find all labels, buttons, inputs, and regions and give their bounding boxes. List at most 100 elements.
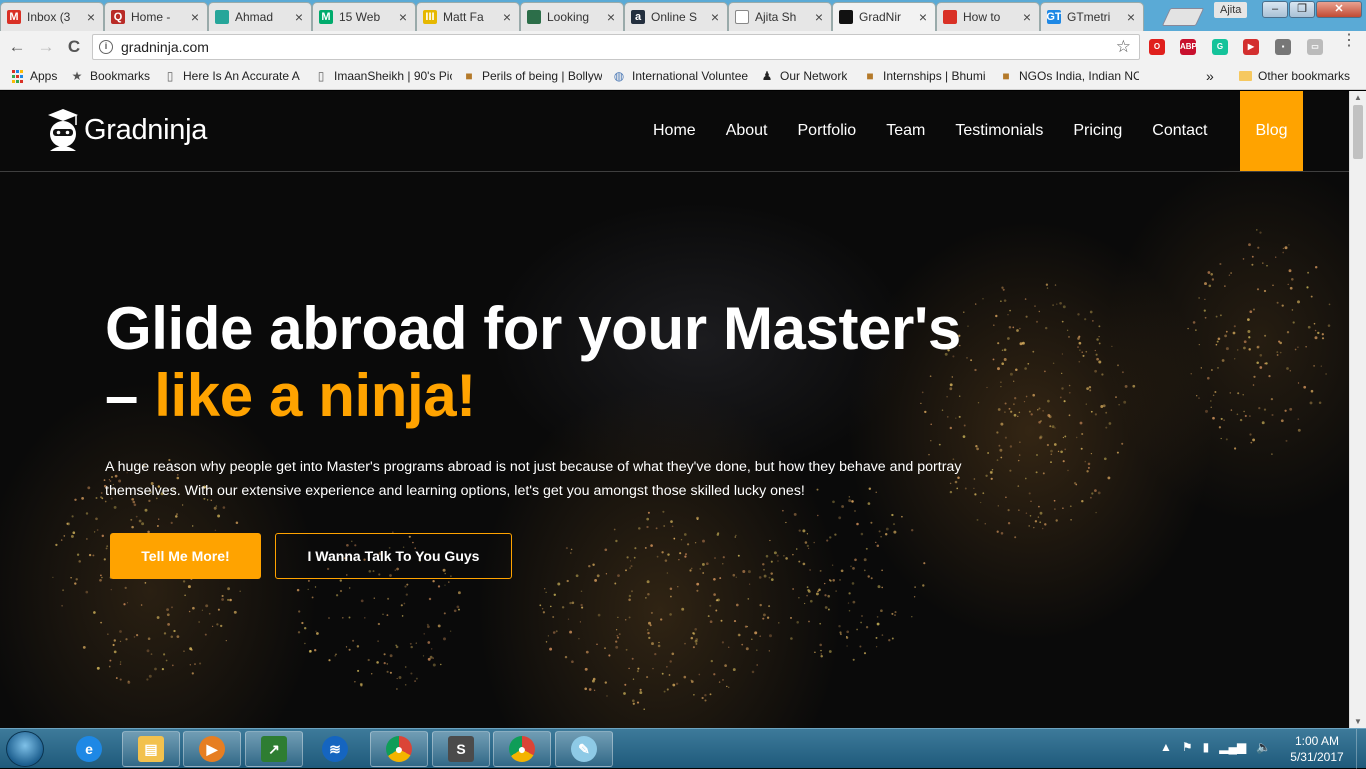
show-desktop-button[interactable] [1356, 729, 1366, 769]
tab-close-icon[interactable]: × [293, 9, 305, 25]
taskbar-button[interactable]: ● [493, 731, 551, 767]
tab-close-icon[interactable]: × [917, 9, 929, 25]
extension-icon[interactable]: ▪ [1275, 39, 1291, 55]
bookmarks-overflow-button[interactable]: » [1206, 68, 1214, 84]
light-speck [695, 638, 699, 641]
bookmark-item[interactable]: ★ Bookmarks [70, 68, 156, 84]
tab-close-icon[interactable]: × [501, 9, 513, 25]
browser-tab[interactable]: M 15 Web × [312, 2, 416, 31]
bookmark-item[interactable]: ▯ ImaanSheikh | 90's Pic [314, 68, 452, 84]
taskbar-button[interactable]: ▤ [122, 731, 180, 767]
tell-me-more-button[interactable]: Tell Me More! [110, 533, 261, 579]
browser-tab[interactable]: How to × [936, 2, 1040, 31]
browser-tab[interactable]: Ajita Sh × [728, 2, 832, 31]
browser-tab[interactable]: Q Home - × [104, 2, 208, 31]
nav-item-portfolio[interactable]: Portfolio [783, 122, 872, 140]
page-scrollbar[interactable]: ▲ ▼ [1349, 91, 1366, 728]
system-clock[interactable]: 1:00 AM 5/31/2017 [1282, 733, 1352, 765]
signal-icon[interactable]: ▂▄▆ [1219, 740, 1246, 754]
light-speck [1256, 229, 1258, 231]
bookmark-item[interactable]: ▯ Here Is An Accurate A [163, 68, 303, 84]
taskbar-button[interactable]: ≋ [306, 731, 364, 767]
light-speck [175, 513, 179, 516]
nav-item-about[interactable]: About [711, 122, 783, 140]
video-icon[interactable]: ▶ [1243, 39, 1259, 55]
nav-item-blog[interactable]: Blog [1240, 91, 1303, 171]
opera-icon[interactable]: O [1149, 39, 1165, 55]
action-center-flag-icon[interactable]: ⚑ [1182, 740, 1193, 754]
tab-close-icon[interactable]: × [605, 9, 617, 25]
hero-title-dash: – [105, 362, 155, 429]
tab-close-icon[interactable]: × [1125, 9, 1137, 25]
light-speck [650, 611, 653, 614]
minimize-button[interactable]: – [1262, 1, 1288, 18]
tab-close-icon[interactable]: × [397, 9, 409, 25]
taskbar-button[interactable]: ● [370, 731, 428, 767]
scroll-down-arrow-icon[interactable]: ▼ [1354, 717, 1362, 726]
address-bar[interactable]: i gradninja.com ☆ [92, 34, 1140, 60]
browser-tab[interactable]: Looking × [520, 2, 624, 31]
bookmark-item[interactable]: ◍ International Voluntee [612, 68, 752, 84]
light-speck [1242, 394, 1244, 396]
light-speck [881, 634, 884, 636]
nav-item-pricing[interactable]: Pricing [1058, 122, 1137, 140]
volume-icon[interactable]: 🔈 [1256, 740, 1271, 754]
bookmark-item[interactable]: ■ NGOs India, Indian NC [999, 68, 1139, 84]
maximize-button[interactable]: ❐ [1289, 1, 1315, 18]
browser-tab[interactable]: III Matt Fa × [416, 2, 520, 31]
menu-icon[interactable]: ⋮ [1341, 33, 1357, 49]
light-speck [739, 634, 741, 636]
light-speck [1297, 382, 1300, 384]
show-hidden-icons-icon[interactable]: ▲ [1160, 740, 1172, 754]
taskbar-button[interactable]: e [60, 731, 118, 767]
forward-button[interactable]: → [35, 37, 57, 57]
bookmark-item[interactable]: ■ Perils of being | Bollyw [462, 68, 602, 84]
nav-item-contact[interactable]: Contact [1137, 122, 1222, 140]
light-speck [348, 616, 351, 619]
browser-tab[interactable]: GradNir × [832, 2, 936, 31]
nav-item-team[interactable]: Team [871, 122, 940, 140]
apps-shortcut[interactable]: Apps [10, 68, 57, 84]
light-speck [564, 655, 568, 659]
tab-label: Ajita Sh [755, 10, 797, 24]
close-window-button[interactable]: ✕ [1316, 1, 1362, 18]
browser-tab[interactable]: Ahmad × [208, 2, 312, 31]
light-speck [415, 642, 417, 644]
tab-close-icon[interactable]: × [189, 9, 201, 25]
bookmark-item[interactable]: ■ Internships | Bhumi [863, 68, 988, 84]
bookmark-star-icon[interactable]: ☆ [1116, 37, 1131, 57]
tab-close-icon[interactable]: × [1021, 9, 1033, 25]
other-bookmarks-folder[interactable]: Other bookmarks [1238, 68, 1350, 84]
adblock-icon[interactable]: ABP [1180, 39, 1197, 55]
taskbar-button[interactable]: ✎ [555, 731, 613, 767]
cast-icon[interactable]: ▭ [1307, 39, 1323, 55]
site-logo[interactable]: Gradninja [46, 107, 207, 153]
info-icon[interactable]: i [99, 40, 113, 54]
scroll-up-arrow-icon[interactable]: ▲ [1354, 93, 1362, 102]
battery-icon[interactable]: ▮ [1203, 740, 1210, 754]
talk-to-us-button[interactable]: I Wanna Talk To You Guys [275, 533, 512, 579]
browser-tab[interactable]: GT GTmetri × [1040, 2, 1144, 31]
start-button[interactable] [6, 731, 44, 767]
light-speck [1249, 310, 1253, 314]
new-tab-button[interactable] [1161, 8, 1205, 26]
bookmark-item[interactable]: ♟ Our Network [760, 68, 855, 84]
reload-button[interactable]: C [63, 37, 85, 57]
browser-tab[interactable]: M Inbox (3 × [0, 2, 104, 31]
taskbar-button[interactable]: ↗ [245, 731, 303, 767]
tab-close-icon[interactable]: × [85, 9, 97, 25]
light-speck [1265, 362, 1268, 365]
url-text[interactable]: gradninja.com [121, 39, 1116, 55]
taskbar-button[interactable]: ▶ [183, 731, 241, 767]
grammarly-icon[interactable]: G [1212, 39, 1228, 55]
tab-close-icon[interactable]: × [709, 9, 721, 25]
browser-tab[interactable]: a Online S × [624, 2, 728, 31]
light-speck [847, 602, 850, 604]
back-button[interactable]: ← [6, 37, 28, 57]
nav-item-testimonials[interactable]: Testimonials [940, 122, 1058, 140]
scrollbar-thumb[interactable] [1353, 105, 1363, 159]
tab-close-icon[interactable]: × [813, 9, 825, 25]
nav-item-home[interactable]: Home [638, 122, 711, 140]
taskbar-button[interactable]: S [432, 731, 490, 767]
profile-button[interactable]: Ajita [1214, 2, 1248, 18]
